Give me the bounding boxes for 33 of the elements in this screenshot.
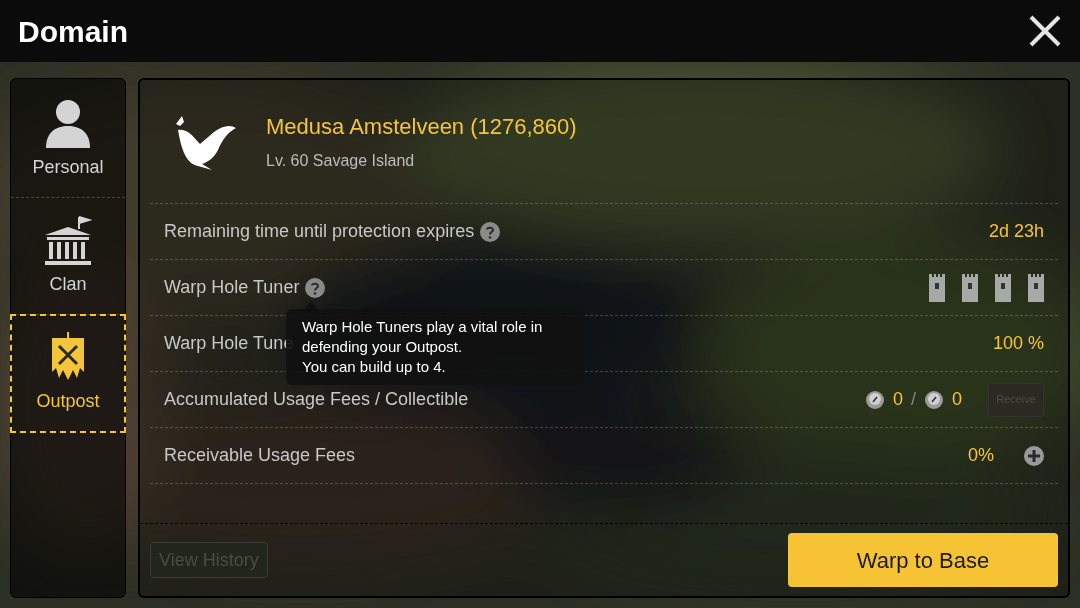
- tower-icon: [1028, 273, 1044, 302]
- row-value: 0: [892, 388, 903, 411]
- row-label: Receivable Usage Fees: [164, 444, 356, 467]
- row-label: Accumulated Usage Fees / Collectible: [164, 388, 469, 411]
- tower-icon: [995, 273, 1011, 302]
- row-value: 0: [952, 388, 962, 411]
- row-value: 100 %: [992, 332, 1044, 355]
- sidebar-tab[interactable]: Clan: [11, 198, 125, 315]
- tooltip-text: You can build up to 4.: [302, 357, 447, 377]
- row-value: 2d 23h: [988, 220, 1044, 243]
- coin-icon: [924, 389, 944, 410]
- help-icon[interactable]: [305, 277, 326, 298]
- row-value: 0%: [968, 444, 994, 467]
- sidebar-tab[interactable]: Personal: [11, 81, 125, 198]
- building-icon: [43, 214, 93, 265]
- person-icon: [44, 97, 92, 148]
- tower-icon: [929, 273, 945, 302]
- sidebar-tab[interactable]: Outpost: [11, 315, 125, 432]
- plus-icon[interactable]: [1024, 445, 1044, 466]
- banner-icon: [50, 332, 86, 382]
- row-label: Warp Hole Tune: [164, 332, 294, 355]
- separator: /: [910, 388, 916, 411]
- outpost-name: Medusa Amstelveen (1276,860): [266, 113, 577, 141]
- warp-button[interactable]: Warp to Base: [788, 533, 1058, 587]
- row-label: Remaining time until protection expires: [164, 220, 475, 243]
- help-icon[interactable]: [480, 221, 501, 242]
- window-title: Domain: [18, 13, 128, 50]
- tower-icon: [962, 273, 978, 302]
- row-label: Warp Hole Tuner: [164, 276, 300, 299]
- outpost-subtitle: Lv. 60 Savage Island: [266, 151, 416, 171]
- close-icon[interactable]: [1028, 14, 1062, 48]
- tooltip-text: Warp Hole Tuners play a vital role in defending your Outpost.: [302, 317, 544, 357]
- coin-icon: [864, 389, 885, 410]
